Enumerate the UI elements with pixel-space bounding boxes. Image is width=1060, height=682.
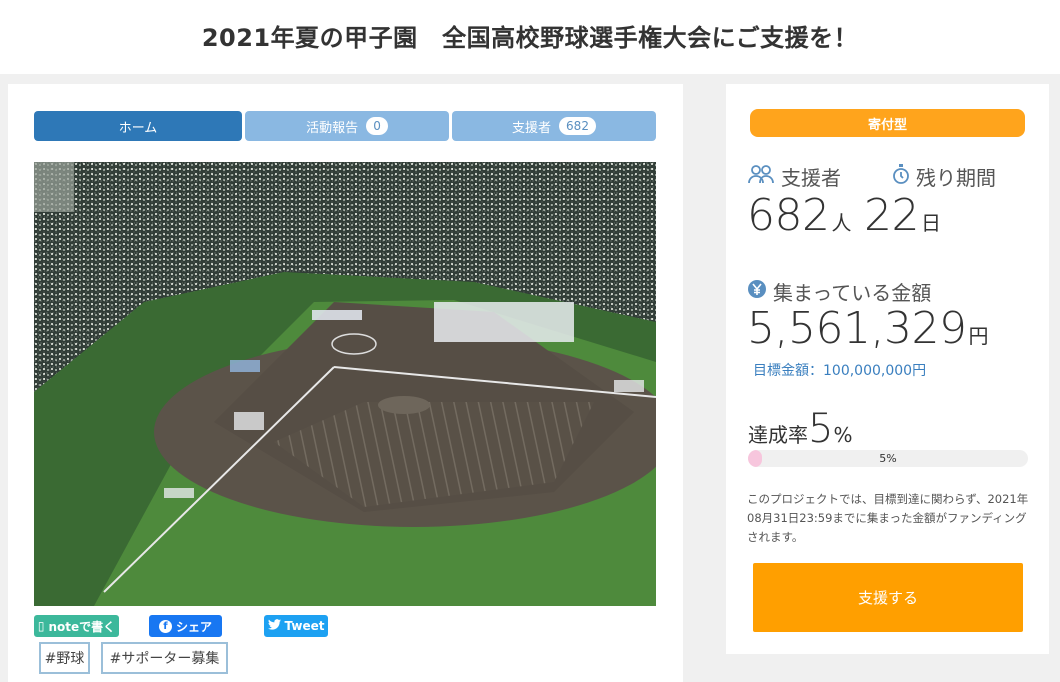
tab-activity-reports-label: 活動報告 (306, 120, 359, 136)
rate-label: 達成率 (748, 423, 808, 447)
supporters-stat-label: 支援者 (747, 162, 841, 191)
amount-stat-label: 集まっている金額 (747, 277, 931, 306)
progress-bar: 5% (748, 450, 1028, 467)
yen-coin-icon (747, 279, 767, 304)
page-header: 2021年夏の甲子園 全国高校野球選手権大会にご支援を！ (0, 0, 1060, 74)
project-main-image (34, 162, 656, 606)
amount-label: 集まっている金額 (773, 281, 932, 305)
page-title: 2021年夏の甲子園 全国高校野球選手権大会にご支援を！ (201, 24, 859, 52)
tab-activity-reports-count: 0 (366, 117, 388, 135)
stadium-photo (34, 162, 656, 606)
remaining-unit: 日 (921, 211, 941, 235)
tab-home[interactable]: ホーム (34, 111, 242, 141)
funding-note: このプロジェクトでは、目標到達に関わらず、2021年08月31日23:59までに… (747, 492, 1029, 544)
tab-supporters-count: 682 (559, 117, 596, 135)
supporters-label: 支援者 (781, 166, 841, 190)
remaining-label: 残り期間 (916, 166, 996, 190)
facebook-share-button[interactable]: f シェア (149, 615, 222, 637)
target-amount: 目標金額：100,000,000円 (753, 363, 927, 379)
remaining-days: 22 日 (864, 190, 941, 241)
rate-value: 5 (808, 406, 834, 452)
supporters-unit: 人 (831, 211, 852, 235)
amount-value: 5,561,329 (747, 303, 967, 354)
facebook-share-label: シェア (175, 619, 212, 634)
funding-summary-card: 寄付型 支援者 残り期間 682 人 22 日 集まっている金額 5,561,3… (726, 84, 1049, 654)
rate-unit: % (833, 423, 853, 447)
facebook-icon: f (158, 619, 172, 633)
people-icon (747, 164, 775, 189)
remaining-stat-label: 残り期間 (892, 162, 996, 191)
tag-baseball[interactable]: #野球 (39, 642, 90, 674)
supporters-count: 682 人 (747, 190, 851, 241)
progress-text: 5% (879, 452, 897, 465)
stopwatch-icon (892, 164, 910, 189)
tweet-button[interactable]: Tweet (264, 615, 328, 637)
support-button[interactable]: 支援する (753, 563, 1023, 632)
tab-supporters[interactable]: 支援者 682 (452, 111, 656, 141)
note-icon: ▯ (37, 619, 45, 633)
remaining-value: 22 (864, 190, 920, 241)
collected-amount: 5,561,329 円 (747, 303, 988, 354)
share-buttons: ▯ noteで書く f シェア Tweet (34, 615, 656, 637)
tab-supporters-label: 支援者 (512, 120, 552, 136)
amount-unit: 円 (968, 324, 989, 348)
project-tabs: ホーム 活動報告 0 支援者 682 (34, 111, 656, 141)
tab-activity-reports[interactable]: 活動報告 0 (245, 111, 449, 141)
achievement-rate: 達成率5% (748, 406, 852, 452)
funding-type-badge: 寄付型 (750, 109, 1025, 137)
tag-supporter-recruitment[interactable]: #サポーター募集 (101, 642, 228, 674)
tab-home-label: ホーム (118, 120, 158, 136)
twitter-icon (267, 619, 281, 633)
note-share-label: noteで書く (48, 619, 116, 634)
supporters-value: 682 (747, 190, 830, 241)
note-share-button[interactable]: ▯ noteで書く (34, 615, 119, 637)
tweet-label: Tweet (284, 619, 325, 633)
project-main-card: ホーム 活動報告 0 支援者 682 ▯ noteで書く f シェア Tweet… (8, 84, 683, 682)
